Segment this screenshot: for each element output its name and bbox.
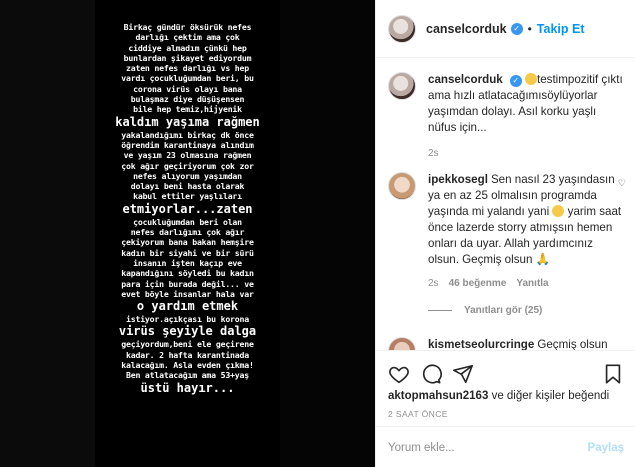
story-line: çok ağır geçiriyorum çok zor [121, 160, 254, 171]
story-line: kaldım yaşıma rağmen [115, 114, 260, 129]
media-blur-right [280, 0, 375, 467]
story-line: geçiyordum,beni ele geçirene [121, 339, 254, 350]
comment: ipekkosegl Sen nasıl 23 yaşındasın ya en … [388, 172, 626, 316]
caption-meta: 2s [428, 148, 626, 159]
post-comment-button[interactable]: Paylaş [588, 442, 624, 454]
action-icons [388, 363, 624, 387]
comment-text: Geçmiş olsun [537, 338, 608, 350]
story-line: bulaşmaz diye düşüşensen [130, 94, 245, 105]
story-line: insanın işten kaçıp eve [133, 257, 242, 268]
post-sidebar: canselcorduk ✓ • Takip Et canselcorduk ✓ … [375, 0, 635, 467]
story-line: virüs şeyiyle dalga [118, 324, 257, 339]
story-line: Birkaç gündür öksürük nefes [123, 22, 252, 32]
instagram-post: Birkaç gündür öksürük nefes darlığı çekti… [0, 0, 635, 467]
media-blur-left [0, 0, 95, 467]
comment: kismetseolurcringe Geçmiş olsun [388, 337, 626, 350]
story-line: etmiyorlar...zaten [122, 201, 253, 216]
comment-avatar[interactable] [388, 172, 416, 200]
replies-line [428, 310, 452, 311]
story-line: ve yaşım 23 olmasına rağmen [123, 150, 252, 161]
comment-like-heart-icon[interactable]: ♡ [618, 178, 626, 189]
caption-body: canselcorduk ✓ testimpozitif çıktı ama hı… [428, 72, 626, 136]
story-line: kadın bir siyahi ve bir sürü [121, 247, 254, 258]
comment-body: ipekkosegl Sen nasıl 23 yaşındasın ya en … [428, 172, 626, 268]
comment-username[interactable]: kismetseolurcringe [428, 338, 534, 350]
story-line: kabul ettiler yaşlıları [133, 191, 242, 202]
story-line: para için burada değil... ve [121, 278, 254, 289]
bookmark-icon[interactable] [602, 363, 624, 385]
avatar[interactable] [388, 14, 416, 43]
story-line: nefes darlığımı çok ağır [130, 227, 245, 238]
story-line: istiyor.açıkçası bu korona [126, 314, 249, 325]
story-line: öğrendim karantinaya alındım [121, 139, 254, 150]
caption-username[interactable]: canselcorduk [428, 73, 503, 86]
praying-hands-emoji-icon: 🙏 [535, 253, 551, 266]
likes-summary: aktopmahsun2163 ve diğer kişiler beğendi [388, 390, 609, 402]
comment-time[interactable]: 2s [428, 278, 439, 289]
story-line: yakalandığımı birkaç dk önce [121, 129, 254, 140]
story-line: çekiyorum bana bakan hemşire [121, 237, 254, 248]
comment-input[interactable]: Yorum ekle... [388, 442, 455, 454]
story-line: o yardım etmek [136, 299, 239, 314]
like-heart-icon[interactable] [388, 363, 410, 385]
comment-icon[interactable] [420, 363, 442, 385]
liked-by-user[interactable]: aktopmahsun2163 [388, 390, 488, 402]
comments-list: canselcorduk ✓ testimpozitif çıktı ama hı… [376, 58, 635, 350]
action-bar: aktopmahsun2163 ve diğer kişiler beğendi… [376, 350, 635, 430]
share-send-icon[interactable] [452, 363, 474, 385]
follow-button[interactable]: Takip Et [537, 22, 585, 36]
comment-reply-button[interactable]: Yanıtla [516, 278, 548, 289]
sad-face-emoji-icon [524, 73, 537, 85]
story-line: kadar. 2 hafta karantinada [126, 349, 249, 360]
story-line: darlığı çektim ama çok [135, 32, 240, 43]
comment-meta: 2s 46 beğenme Yanıtla [428, 278, 626, 289]
story-text: Birkaç gündür öksürük nefes darlığı çekti… [95, 22, 280, 396]
caption-time[interactable]: 2s [428, 148, 439, 159]
caption: canselcorduk ✓ testimpozitif çıktı ama hı… [388, 72, 626, 159]
comment-body: kismetseolurcringe Geçmiş olsun [428, 337, 626, 350]
story-line: evet böyle insanlar hala var [121, 288, 254, 299]
post-media[interactable]: Birkaç gündür öksürük nefes darlığı çekti… [0, 0, 375, 467]
view-replies-label[interactable]: Yanıtları gör (25) [464, 305, 542, 316]
story-line: nefes alıyorum yaşımdan [133, 170, 242, 181]
post-header: canselcorduk ✓ • Takip Et [376, 0, 635, 58]
separator-dot: • [527, 21, 532, 36]
story-line: corona virüs olayı bana [133, 83, 242, 94]
story-line: çocukluğumdan beri olan [133, 216, 242, 227]
header-username[interactable]: canselcorduk [426, 22, 507, 36]
verified-badge-icon: ✓ [509, 75, 522, 87]
post-timestamp[interactable]: 2 SAAT ÖNCE [388, 409, 448, 419]
story-line: dolayı beni hasta olarak [130, 181, 245, 192]
story-line: üstü hayır... [140, 380, 235, 395]
story-line: Ben atlatacağım ama 53+yaş [126, 370, 249, 381]
story-line: ciddiye almadım çünkü hep [128, 42, 247, 53]
story-line: bunlardan şikayet ediyordum [123, 52, 252, 63]
story-line: kapandığını söyledi bu kadın [121, 268, 254, 279]
story-line: vardı çocukluğumdan beri, bu [121, 73, 254, 84]
story-line: zaten nefes darlığı vs hep [126, 63, 249, 74]
comment-avatar[interactable] [388, 337, 416, 350]
comment-username[interactable]: ipekkosegl [428, 173, 488, 186]
verified-badge-icon: ✓ [510, 22, 523, 35]
story-line: kalacağım. Asla evden çıkma! [121, 360, 254, 371]
caption-avatar[interactable] [388, 72, 416, 100]
story-line: bile hep temiz,hijyenik [133, 104, 242, 115]
comment-likes[interactable]: 46 beğenme [449, 278, 507, 289]
view-replies[interactable]: Yanıtları gör (25) [428, 305, 626, 316]
add-comment-bar: Yorum ekle... Paylaş [376, 426, 635, 467]
thinking-emoji-icon [552, 205, 565, 217]
liked-by-rest[interactable]: ve diğer kişiler beğendi [492, 390, 610, 402]
